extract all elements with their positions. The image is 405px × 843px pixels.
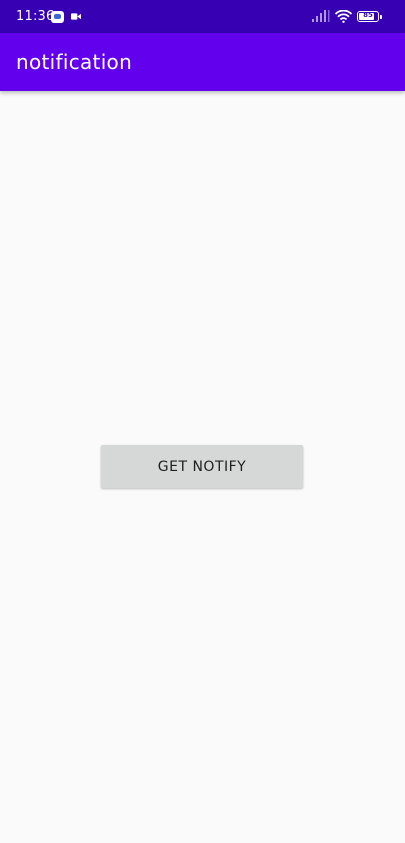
status-time: 11:36	[16, 9, 55, 24]
battery-percentage: 85	[363, 11, 373, 19]
app-bar: notification	[0, 33, 405, 91]
get-notify-button[interactable]: GET NOTIFY	[101, 445, 303, 488]
app-title: notification	[16, 50, 133, 74]
video-icon	[71, 13, 81, 20]
message-icon	[51, 11, 64, 23]
wifi-icon	[335, 10, 352, 23]
signal-icon	[312, 10, 330, 22]
battery-icon: 85	[357, 11, 382, 22]
status-bar: 11:36 85	[0, 0, 405, 33]
